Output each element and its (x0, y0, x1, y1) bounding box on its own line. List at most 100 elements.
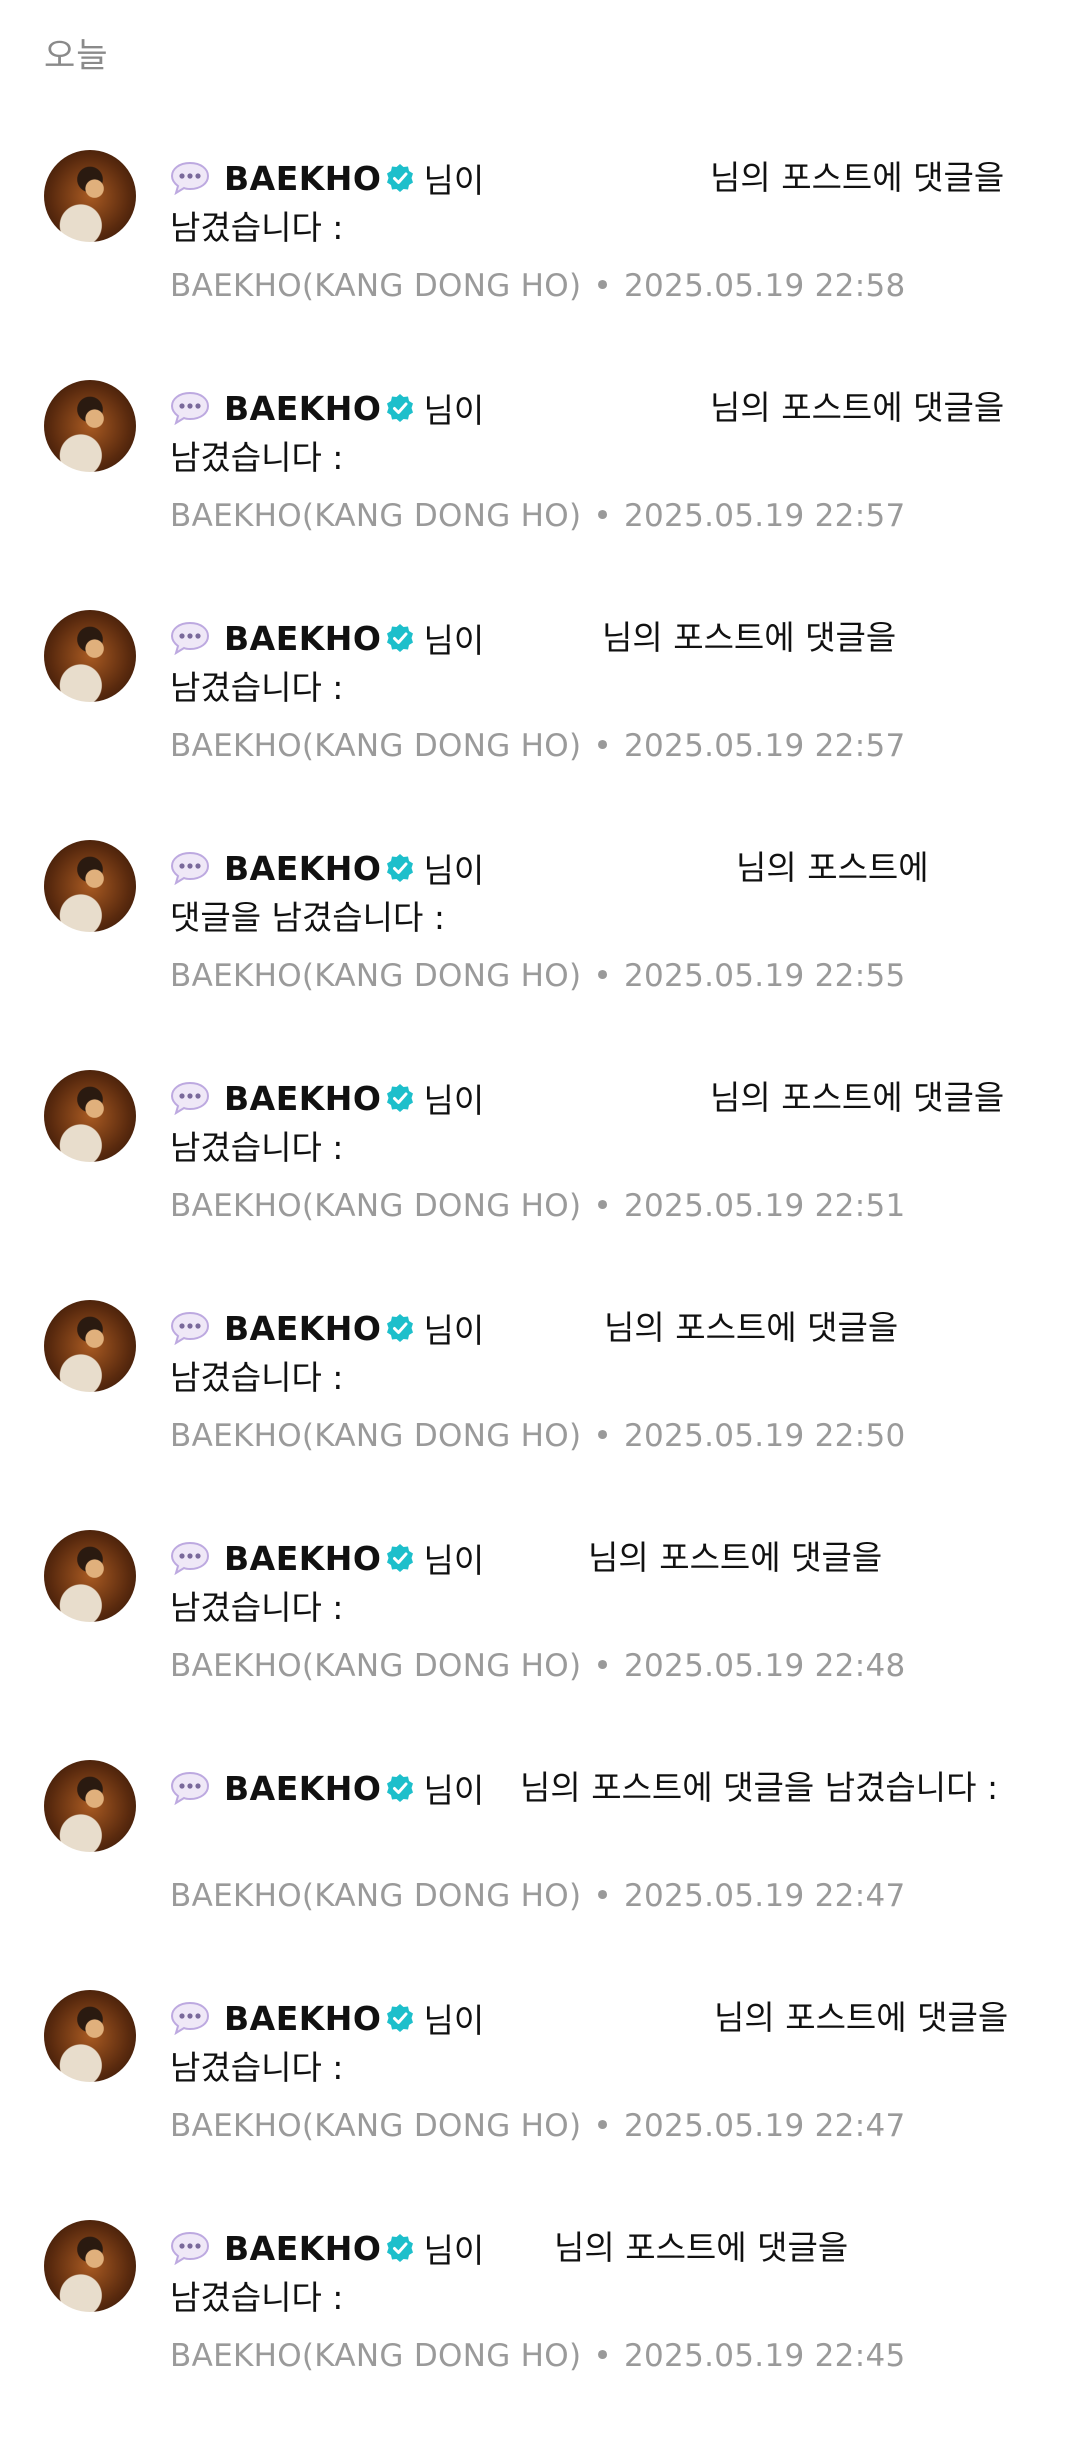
verified-badge-icon (387, 624, 414, 652)
notification-headline: BAEKHO 님이 (170, 384, 484, 432)
post-text: 님의 포스트에 댓글을 (714, 1998, 1009, 2037)
avatar[interactable] (44, 1070, 136, 1162)
notification-meta: BAEKHO(KANG DONG HO) • 2025.05.19 22:51 (170, 1188, 905, 1224)
author-suffix: 님이 (423, 1311, 485, 1350)
notification-item[interactable]: BAEKHO 님이 님의 포스트에 댓글을 남겼습니다 : BAEKHO(KAN… (0, 2210, 1080, 2440)
author-name[interactable]: BAEKHO (224, 159, 381, 198)
source-name: BAEKHO(KANG DONG HO) (170, 268, 582, 304)
notification-item[interactable]: BAEKHO 님이 님의 포스트에 댓글을 남겼습니다 : BAEKHO(KAN… (0, 1750, 1080, 1980)
source-name: BAEKHO(KANG DONG HO) (170, 958, 582, 994)
notification-continuation: 남겼습니다 : (170, 2048, 344, 2087)
avatar[interactable] (44, 150, 136, 242)
separator-dot: • (593, 498, 612, 534)
notification-meta: BAEKHO(KANG DONG HO) • 2025.05.19 22:50 (170, 1418, 905, 1454)
post-text: 님의 포스트에 댓글을 (602, 618, 897, 657)
author-name[interactable]: BAEKHO (224, 389, 381, 428)
notification-item[interactable]: BAEKHO 님이 님의 포스트에 댓글을 남겼습니다 : BAEKHO(KAN… (0, 600, 1080, 830)
separator-dot: • (593, 1648, 612, 1684)
avatar[interactable] (44, 2220, 136, 2312)
notification-item[interactable]: BAEKHO 님이 님의 포스트에 댓글을 남겼습니다 : BAEKHO(KAN… (0, 140, 1080, 370)
speech-bubble-icon (170, 1771, 210, 1805)
source-name: BAEKHO(KANG DONG HO) (170, 498, 582, 534)
verified-badge-icon (387, 2004, 414, 2032)
notification-continuation: 댓글을 남겼습니다 : (170, 898, 445, 937)
author-name[interactable]: BAEKHO (224, 2229, 381, 2268)
verified-badge-icon (387, 1774, 414, 1802)
notification-continuation: 남겼습니다 : (170, 1588, 344, 1627)
speech-bubble-icon (170, 621, 210, 655)
post-text: 님의 포스트에 댓글을 남겼습니다 : (520, 1768, 999, 1807)
author-suffix: 님이 (423, 1081, 485, 1120)
notification-headline: BAEKHO 님이 (170, 614, 484, 662)
notification-item[interactable]: BAEKHO 님이 님의 포스트에 댓글을 남겼습니다 : BAEKHO(KAN… (0, 1520, 1080, 1750)
section-header: 오늘 (44, 36, 109, 76)
source-name: BAEKHO(KANG DONG HO) (170, 2338, 582, 2374)
timestamp: 2025.05.19 22:48 (624, 1648, 906, 1684)
speech-bubble-icon (170, 391, 210, 425)
author-suffix: 님이 (423, 851, 485, 890)
notification-item[interactable]: BAEKHO 님이 님의 포스트에 댓글을 남겼습니다 : BAEKHO(KAN… (0, 1980, 1080, 2210)
author-name[interactable]: BAEKHO (224, 1999, 381, 2038)
author-suffix: 님이 (423, 2231, 485, 2270)
author-suffix: 님이 (423, 1541, 485, 1580)
notification-headline: BAEKHO 님이 (170, 1304, 484, 1352)
post-text: 님의 포스트에 (736, 848, 929, 887)
notification-item[interactable]: BAEKHO 님이 님의 포스트에 댓글을 남겼습니다 : BAEKHO(KAN… (0, 370, 1080, 600)
verified-badge-icon (387, 854, 414, 882)
verified-badge-icon (387, 1314, 414, 1342)
source-name: BAEKHO(KANG DONG HO) (170, 1648, 582, 1684)
post-text: 님의 포스트에 댓글을 (710, 388, 1005, 427)
avatar[interactable] (44, 1990, 136, 2082)
author-name[interactable]: BAEKHO (224, 1539, 381, 1578)
source-name: BAEKHO(KANG DONG HO) (170, 1418, 582, 1454)
notification-headline: BAEKHO 님이 (170, 1994, 484, 2042)
separator-dot: • (593, 728, 612, 764)
notification-item[interactable]: BAEKHO 님이 님의 포스트에 댓글을 남겼습니다 : BAEKHO(KAN… (0, 1290, 1080, 1520)
separator-dot: • (593, 2338, 612, 2374)
speech-bubble-icon (170, 1541, 210, 1575)
notification-list: BAEKHO 님이 님의 포스트에 댓글을 남겼습니다 : BAEKHO(KAN… (0, 140, 1080, 2440)
avatar[interactable] (44, 380, 136, 472)
verified-badge-icon (387, 394, 414, 422)
notification-continuation: 남겼습니다 : (170, 208, 344, 247)
post-text: 님의 포스트에 댓글을 (604, 1308, 899, 1347)
notification-meta: BAEKHO(KANG DONG HO) • 2025.05.19 22:45 (170, 2338, 905, 2374)
timestamp: 2025.05.19 22:58 (624, 268, 906, 304)
notification-item[interactable]: BAEKHO 님이 님의 포스트에 댓글을 남겼습니다 : BAEKHO(KAN… (0, 830, 1080, 1060)
timestamp: 2025.05.19 22:45 (624, 2338, 906, 2374)
author-name[interactable]: BAEKHO (224, 1769, 381, 1808)
timestamp: 2025.05.19 22:47 (624, 1878, 906, 1914)
notification-continuation: 남겼습니다 : (170, 1128, 344, 1167)
author-name[interactable]: BAEKHO (224, 849, 381, 888)
notification-meta: BAEKHO(KANG DONG HO) • 2025.05.19 22:47 (170, 2108, 905, 2144)
separator-dot: • (593, 2108, 612, 2144)
verified-badge-icon (387, 1084, 414, 1112)
author-suffix: 님이 (423, 2001, 485, 2040)
speech-bubble-icon (170, 1311, 210, 1345)
author-name[interactable]: BAEKHO (224, 1309, 381, 1348)
notification-continuation: 남겼습니다 : (170, 438, 344, 477)
timestamp: 2025.05.19 22:55 (624, 958, 906, 994)
notification-meta: BAEKHO(KANG DONG HO) • 2025.05.19 22:55 (170, 958, 905, 994)
notification-headline: BAEKHO 님이 (170, 1534, 484, 1582)
avatar[interactable] (44, 610, 136, 702)
avatar[interactable] (44, 840, 136, 932)
author-suffix: 님이 (423, 1771, 485, 1810)
notification-headline: BAEKHO 님이 (170, 1764, 484, 1812)
avatar[interactable] (44, 1300, 136, 1392)
notification-meta: BAEKHO(KANG DONG HO) • 2025.05.19 22:57 (170, 498, 905, 534)
avatar[interactable] (44, 1530, 136, 1622)
notification-item[interactable]: BAEKHO 님이 님의 포스트에 댓글을 남겼습니다 : BAEKHO(KAN… (0, 1060, 1080, 1290)
speech-bubble-icon (170, 2001, 210, 2035)
separator-dot: • (593, 958, 612, 994)
notification-continuation: 남겼습니다 : (170, 668, 344, 707)
avatar[interactable] (44, 1760, 136, 1852)
timestamp: 2025.05.19 22:57 (624, 498, 906, 534)
author-name[interactable]: BAEKHO (224, 619, 381, 658)
speech-bubble-icon (170, 851, 210, 885)
author-name[interactable]: BAEKHO (224, 1079, 381, 1118)
verified-badge-icon (387, 164, 414, 192)
author-suffix: 님이 (423, 621, 485, 660)
timestamp: 2025.05.19 22:47 (624, 2108, 906, 2144)
verified-badge-icon (387, 2234, 414, 2262)
